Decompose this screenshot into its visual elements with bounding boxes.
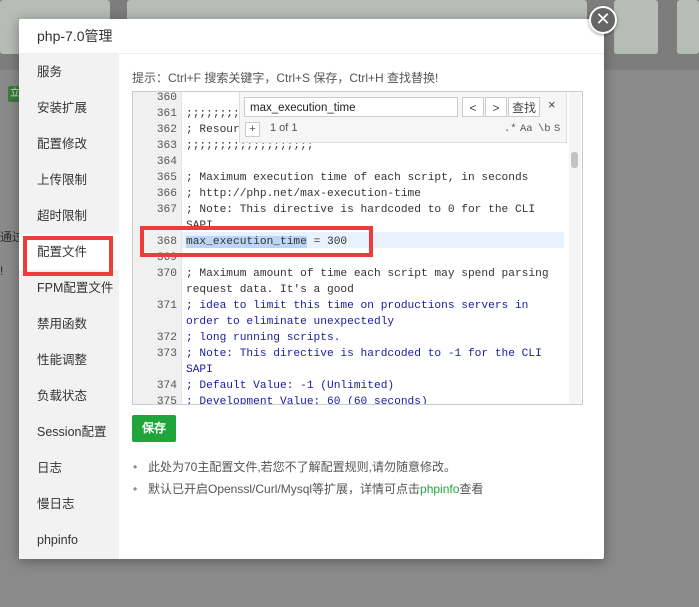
sidebar-item[interactable]: 日志: [19, 450, 119, 486]
line-code: ; idea to limit this time on productions…: [186, 300, 529, 312]
line-number: 363: [156, 140, 177, 152]
selection-option[interactable]: S: [554, 123, 560, 135]
phpinfo-link[interactable]: phpinfo: [420, 482, 459, 496]
line-number: 367: [156, 204, 177, 216]
bg-card-3: [614, 0, 658, 54]
find-search-button[interactable]: 查找: [508, 97, 540, 117]
line-number: 373: [156, 348, 177, 360]
line-code: ; Maximum amount of time each script may…: [186, 268, 549, 280]
line-number: 375: [156, 396, 177, 405]
line-number: 374: [156, 380, 177, 392]
highlight-box-sidebar: [23, 236, 113, 276]
line-number: 366: [156, 188, 177, 200]
dialog-title: php-7.0管理: [19, 19, 604, 54]
content-area: 提示：Ctrl+F 搜索关键字，Ctrl+S 保存，Ctrl+H 查找替换! 3…: [131, 54, 597, 559]
line-number: 364: [156, 156, 177, 168]
line-code: ; Default Value: -1 (Unlimited): [186, 380, 395, 392]
line-code: ; long running scripts.: [186, 332, 341, 344]
sidebar-item[interactable]: phpinfo: [19, 522, 119, 558]
shortcut-hint: 提示：Ctrl+F 搜索关键字，Ctrl+S 保存，Ctrl+H 查找替换!: [132, 71, 439, 85]
line-number: 371: [156, 300, 177, 312]
line-number: 361: [156, 108, 177, 120]
line-number: 372: [156, 332, 177, 344]
sidebar-item[interactable]: 服务: [19, 54, 119, 90]
word-option[interactable]: \b: [538, 123, 551, 135]
sidebar-item[interactable]: 负载状态: [19, 378, 119, 414]
bg-card-4: [677, 0, 699, 54]
line-code: ; Resour: [186, 124, 240, 136]
find-input[interactable]: max_execution_time: [244, 97, 458, 117]
note-1-text: 此处为70主配置文件,若您不了解配置规则,请勿随意修改。: [148, 460, 457, 474]
line-code: ; http://php.net/max-execution-time: [186, 188, 421, 200]
sidebar-item[interactable]: 性能调整: [19, 342, 119, 378]
notes-list: 此处为70主配置文件,若您不了解配置规则,请勿随意修改。 默认已开启Openss…: [133, 458, 483, 502]
line-code: ;;;;;;;;: [186, 108, 240, 120]
bg-side-text-2: !: [0, 264, 4, 278]
line-number: 360: [156, 92, 177, 104]
find-replace-toggle[interactable]: +: [245, 122, 260, 137]
sidebar-item[interactable]: 安装扩展: [19, 90, 119, 126]
line-code: ; Development Value: 60 (60 seconds): [186, 396, 428, 405]
sidebar-item[interactable]: 配置修改: [19, 126, 119, 162]
line-number: 365: [156, 172, 177, 184]
sidebar-item[interactable]: 禁用函数: [19, 306, 119, 342]
find-close-icon[interactable]: ×: [548, 97, 556, 112]
line-number: 362: [156, 124, 177, 136]
note-2-suffix: 查看: [459, 482, 484, 496]
case-option[interactable]: Aa: [520, 123, 533, 135]
line-code: ; Note: This directive is hardcoded to -…: [186, 348, 542, 360]
save-button[interactable]: 保存: [132, 415, 176, 442]
line-code: SAPI: [186, 364, 213, 376]
highlight-box-line: [140, 226, 373, 257]
line-code: request data. It's a good: [186, 284, 354, 296]
sidebar-item[interactable]: 慢日志: [19, 486, 119, 522]
find-next-button[interactable]: >: [485, 97, 507, 117]
find-prev-button[interactable]: <: [462, 97, 484, 117]
close-icon[interactable]: ✕: [589, 6, 617, 34]
sidebar-item[interactable]: Session配置: [19, 414, 119, 450]
note-2-text: 默认已开启Openssl/Curl/Mysql等扩展，详情可点击: [148, 482, 421, 496]
scrollbar-thumb[interactable]: [571, 152, 578, 168]
regex-option[interactable]: .*: [504, 123, 517, 135]
line-number: 370: [156, 268, 177, 280]
note-item: 默认已开启Openssl/Curl/Mysql等扩展，详情可点击phpinfo查…: [133, 480, 483, 502]
line-code: ; Maximum execution time of each script,…: [186, 172, 529, 184]
sidebar: 服务 安装扩展 配置修改 上传限制 超时限制 配置文件 FPM配置文件 禁用函数 性能调整 负载状…: [19, 54, 119, 559]
find-match-count: 1 of 1: [270, 122, 298, 134]
sidebar-item[interactable]: 上传限制: [19, 162, 119, 198]
line-code: ; Note: This directive is hardcoded to 0…: [186, 204, 536, 216]
line-code: order to eliminate unexpectedly: [186, 316, 395, 328]
note-item: 此处为70主配置文件,若您不了解配置规则,请勿随意修改。: [133, 458, 483, 480]
sidebar-item[interactable]: 超时限制: [19, 198, 119, 234]
find-bar: max_execution_time < > 查找 × + 1 of 1 .* …: [239, 92, 567, 143]
php-manager-dialog: php-7.0管理 服务 安装扩展 配置修改 上传限制 超时限制 配置文件 FPM配置文件禁…: [19, 19, 604, 559]
editor-scrollbar[interactable]: [569, 92, 581, 404]
